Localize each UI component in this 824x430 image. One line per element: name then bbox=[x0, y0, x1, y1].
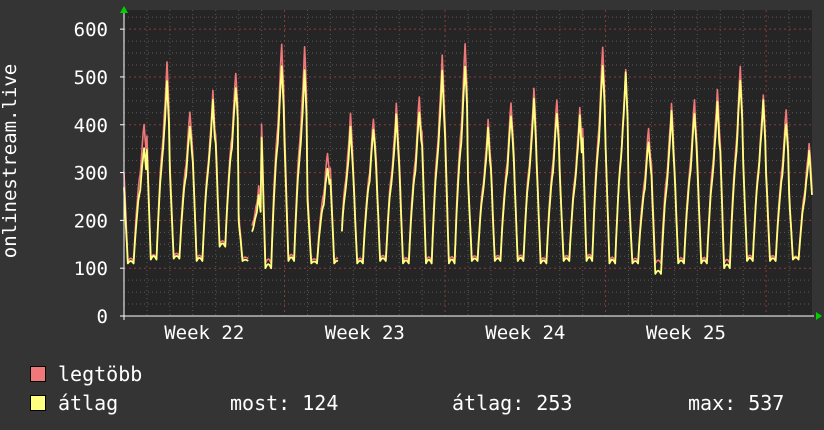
y-tick-label: 400 bbox=[74, 115, 108, 137]
stat-average: átlag: 253 bbox=[452, 391, 573, 415]
y-tick-label: 600 bbox=[74, 19, 108, 41]
y-tick-label: 300 bbox=[74, 163, 108, 185]
x-tick-label: Week 25 bbox=[646, 322, 726, 344]
y-axis-ticks: 0 100 200 300 400 500 600 bbox=[74, 19, 124, 328]
legend-label-avg: átlag bbox=[58, 391, 119, 415]
x-tick-label: Week 22 bbox=[164, 322, 244, 344]
y-axis-label: onlinestream.live bbox=[0, 63, 21, 259]
x-tick-label: Week 24 bbox=[485, 322, 565, 344]
x-axis-arrow bbox=[816, 312, 822, 320]
y-axis-arrow bbox=[120, 6, 128, 13]
x-axis-ticks: Week 22 Week 23 Week 24 Week 25 bbox=[164, 322, 726, 344]
legend-swatch-avg bbox=[30, 394, 46, 411]
x-tick-label: Week 23 bbox=[325, 322, 405, 344]
stat-maximum: max: 537 bbox=[688, 391, 785, 415]
legend-item-max: legtöbb bbox=[30, 362, 142, 386]
y-tick-label: 100 bbox=[74, 258, 108, 280]
legend-label-max: legtöbb bbox=[58, 362, 143, 386]
y-tick-label: 500 bbox=[74, 67, 108, 89]
stat-current: most: 124 bbox=[230, 391, 339, 415]
legend-swatch-max bbox=[30, 365, 46, 382]
y-tick-label: 200 bbox=[74, 210, 108, 232]
y-tick-label: 0 bbox=[97, 306, 108, 328]
legend-item-avg: átlag bbox=[30, 391, 118, 415]
